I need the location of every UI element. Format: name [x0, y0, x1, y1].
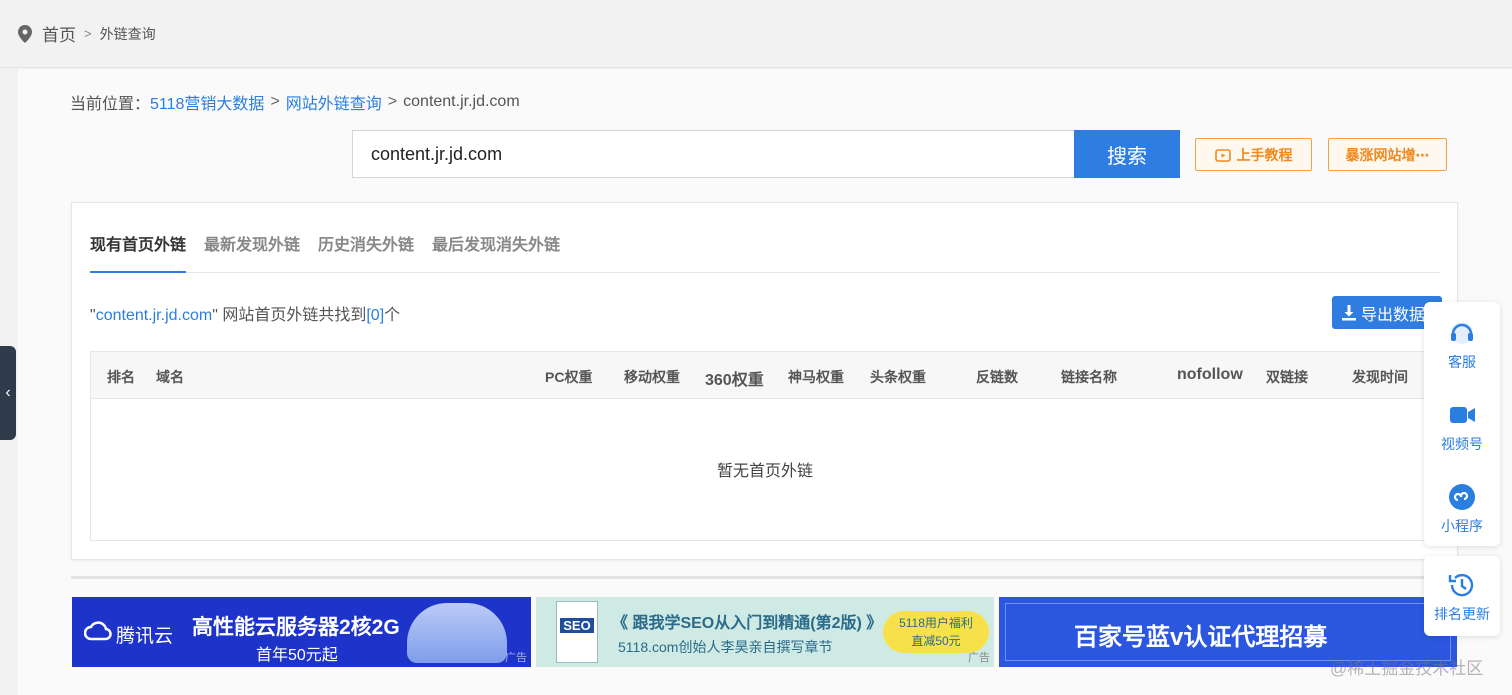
tab-current-homepage-links[interactable]: 现有首页外链	[90, 233, 186, 273]
cloud-graphic	[407, 603, 507, 663]
mini-program-button[interactable]: 小程序	[1424, 482, 1500, 536]
watermark: @稀土掘金技术社区	[1330, 654, 1483, 679]
ad-headline: 《 跟我学SEO从入门到精通(第2版) 》	[612, 609, 882, 633]
export-label: 导出数据	[1361, 301, 1425, 325]
section-divider	[71, 576, 1458, 579]
download-icon	[1342, 305, 1356, 321]
ad-banner-tencent-cloud[interactable]: 腾讯云 高性能云服务器2核2G 首年50元起 广告	[72, 597, 531, 667]
col-toutiao-weight[interactable]: 头条权重	[870, 367, 926, 387]
col-pc-weight[interactable]: PC权重	[545, 367, 592, 387]
video-camera-icon	[1447, 400, 1477, 430]
ad-sub: 首年50元起	[256, 641, 338, 665]
badge-line1: 5118用户福利	[883, 614, 989, 632]
summary-count: 0	[371, 307, 380, 324]
floating-toolbar: 客服 视频号 小程序	[1424, 302, 1500, 546]
ad-headline: 百家号蓝v认证代理招募	[1074, 617, 1327, 652]
rank-update-button[interactable]: 排名更新	[1424, 570, 1500, 624]
location-pin-icon	[18, 25, 32, 43]
search-bar: content.jr.jd.com 搜索	[352, 130, 1180, 178]
book-cover: SEO	[556, 601, 598, 663]
summary-domain[interactable]: content.jr.jd.com	[96, 307, 213, 324]
rank-update-panel: 排名更新	[1424, 556, 1500, 636]
chevron-left-icon: ‹	[5, 384, 10, 402]
tab-last-found-lost-links[interactable]: 最后发现消失外链	[432, 233, 560, 273]
customer-service-button[interactable]: 客服	[1424, 318, 1500, 372]
crumb-current: content.jr.jd.com	[403, 93, 520, 111]
history-clock-icon	[1447, 570, 1477, 600]
promo-button[interactable]: 暴涨网站增⋯	[1328, 138, 1447, 171]
tutorial-label: 上手教程	[1237, 145, 1293, 165]
result-summary: "content.jr.jd.com" 网站首页外链共找到[0]个	[90, 301, 400, 325]
col-domain[interactable]: 域名	[156, 367, 184, 387]
service-label: 客服	[1448, 354, 1476, 370]
backlinks-table: 排名 域名 PC权重 移动权重 360权重 神马权重 头条权重 反链数 链接名称…	[90, 351, 1440, 541]
location-breadcrumb: 当前位置： 5118营销大数据 > 网站外链查询 > content.jr.jd…	[70, 90, 520, 114]
col-shenma-weight[interactable]: 神马权重	[788, 367, 844, 387]
col-360-weight[interactable]: 360权重	[705, 366, 764, 390]
top-breadcrumb: 首页 > 外链查询	[0, 0, 1512, 68]
cloud-logo-icon	[84, 621, 112, 641]
tab-bar: 现有首页外链 最新发现外链 历史消失外链 最后发现消失外链	[90, 233, 1440, 273]
summary-unit: 个	[384, 307, 400, 324]
empty-state: 暂无首页外链	[91, 457, 1439, 481]
results-card: 现有首页外链 最新发现外链 历史消失外链 最后发现消失外链 "content.j…	[71, 202, 1458, 560]
ad-sub: 5118.com创始人李昊亲自撰写章节	[618, 637, 832, 657]
col-nofollow[interactable]: nofollow	[1177, 366, 1243, 384]
ad-banner-seo-book[interactable]: SEO 《 跟我学SEO从入门到精通(第2版) 》 5118.com创始人李昊亲…	[536, 597, 994, 667]
breadcrumb-current: 外链查询	[100, 24, 156, 44]
crumb-link-backlink-query[interactable]: 网站外链查询	[286, 90, 382, 114]
location-prefix: 当前位置：	[70, 90, 150, 114]
video-channel-button[interactable]: 视频号	[1424, 400, 1500, 454]
summary-text: 网站首页外链共找到	[218, 307, 366, 324]
col-double-link[interactable]: 双链接	[1266, 367, 1308, 387]
crumb-link-5118[interactable]: 5118营销大数据	[150, 90, 264, 114]
search-input[interactable]: content.jr.jd.com	[352, 130, 1074, 178]
table-header: 排名 域名 PC权重 移动权重 360权重 神马权重 头条权重 反链数 链接名称…	[91, 352, 1439, 399]
breadcrumb-separator: >	[84, 26, 92, 41]
home-link[interactable]: 首页	[42, 21, 76, 46]
promo-label: 暴涨网站增⋯	[1346, 145, 1430, 165]
col-mobile-weight[interactable]: 移动权重	[624, 367, 680, 387]
promo-badge: 5118用户福利 直减50元	[883, 611, 989, 653]
tutorial-button[interactable]: 上手教程	[1195, 138, 1312, 171]
col-found-time[interactable]: 发现时间	[1352, 367, 1408, 387]
crumb-separator: >	[270, 93, 279, 111]
tab-newly-found-links[interactable]: 最新发现外链	[204, 233, 300, 273]
search-button[interactable]: 搜索	[1074, 130, 1180, 178]
badge-line2: 直减50元	[883, 632, 989, 650]
miniapp-label: 小程序	[1441, 518, 1483, 534]
headset-icon	[1447, 318, 1477, 348]
ad-tag: 广告	[968, 649, 990, 665]
ad-tag: 广告	[505, 649, 527, 665]
tab-historical-lost-links[interactable]: 历史消失外链	[318, 233, 414, 273]
col-link-name[interactable]: 链接名称	[1061, 367, 1117, 387]
ad-brand: 腾讯云	[116, 621, 173, 648]
left-collapse-tab[interactable]: ‹	[0, 346, 16, 440]
play-tv-icon	[1215, 147, 1231, 163]
col-rank[interactable]: 排名	[107, 367, 135, 387]
ad-headline: 高性能云服务器2核2G	[192, 611, 400, 641]
video-label: 视频号	[1441, 436, 1483, 452]
mini-program-icon	[1447, 482, 1477, 512]
rank-label: 排名更新	[1434, 606, 1490, 622]
col-backlink-count[interactable]: 反链数	[976, 367, 1018, 387]
crumb-separator: >	[388, 93, 397, 111]
